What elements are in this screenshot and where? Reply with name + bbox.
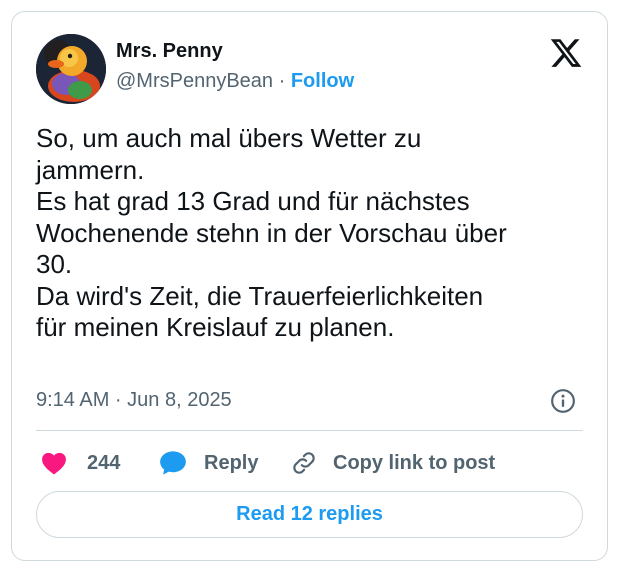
read-replies-button[interactable]: Read 12 replies: [36, 491, 583, 538]
reply-label: Reply: [204, 451, 259, 474]
tweet-actions: 244 Reply Copy link to post: [36, 448, 586, 478]
x-logo-icon[interactable]: [549, 36, 583, 70]
tweet-timestamp[interactable]: 9:14 AM · Jun 8, 2025: [36, 389, 232, 412]
author-name[interactable]: Mrs. Penny: [116, 40, 223, 63]
author-handle-row: @MrsPennyBean · Follow: [116, 70, 354, 93]
heart-icon: [42, 452, 66, 475]
divider: [36, 430, 583, 431]
embedded-tweet-card: Mrs. Penny @MrsPennyBean · Follow So, um…: [11, 11, 608, 561]
speech-bubble-icon: [160, 451, 186, 475]
like-button[interactable]: 244: [41, 448, 120, 478]
avatar[interactable]: [36, 34, 106, 104]
reply-button[interactable]: Reply: [159, 448, 258, 478]
separator-dot: ·: [278, 70, 286, 92]
like-count: 244: [87, 451, 121, 474]
copy-link-button[interactable]: Copy link to post: [291, 448, 495, 478]
link-icon: [293, 452, 315, 474]
copy-link-label: Copy link to post: [333, 451, 496, 474]
info-icon[interactable]: [550, 388, 576, 414]
rubber-duck-avatar-icon: [36, 34, 106, 104]
tweet-text: So, um auch mal übers Wetter zu jammern.…: [36, 123, 507, 342]
author-handle[interactable]: @MrsPennyBean: [116, 70, 273, 92]
follow-button[interactable]: Follow: [291, 70, 354, 92]
